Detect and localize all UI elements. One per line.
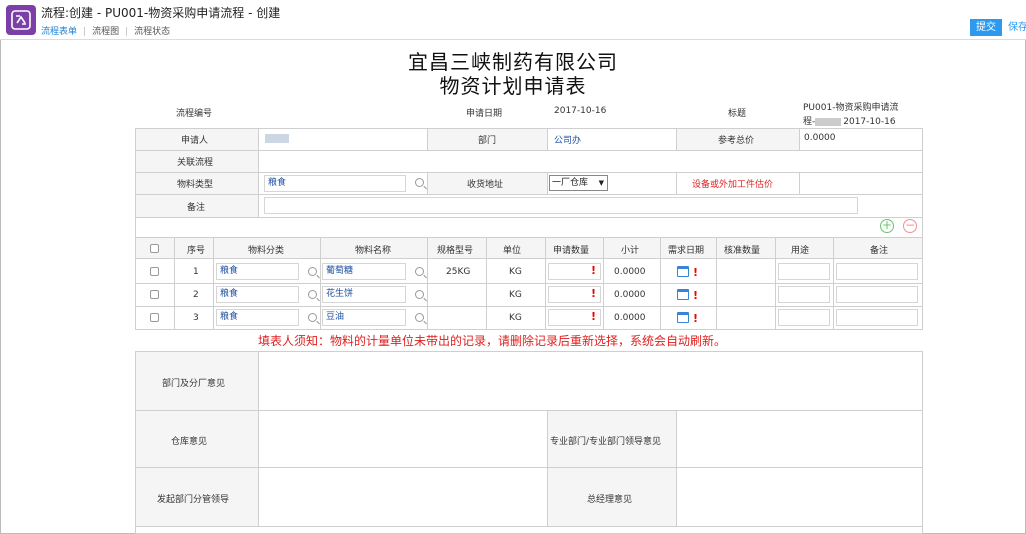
row-name-input[interactable]: 豆油	[322, 309, 406, 326]
search-icon[interactable]	[308, 313, 317, 322]
row-category-input[interactable]: 粮食	[216, 286, 299, 303]
row-name-input[interactable]: 花生饼	[322, 286, 406, 303]
row-remark-input[interactable]	[836, 263, 918, 280]
gm-opinion-label: 总经理意见	[587, 495, 633, 505]
row-unit: KG	[509, 267, 522, 277]
initiator-leader-label: 发起部门分管领导	[157, 495, 230, 505]
search-icon[interactable]	[415, 267, 424, 276]
notice-text: 填表人须知：物料的计量单位未带出的记录，请删除记录后重新选择，系统会自动刷新。	[258, 334, 727, 348]
row-subtotal: 0.0000	[614, 313, 646, 323]
row-checkbox[interactable]	[150, 313, 159, 322]
professional-opinion-label: 专业部门/专业部门领导意见	[550, 437, 662, 447]
professional-opinion-field[interactable]	[676, 410, 923, 468]
row-spec: 25KG	[446, 267, 471, 277]
row-usage-input[interactable]	[778, 263, 830, 280]
row-no: 1	[193, 267, 199, 277]
row-checkbox[interactable]	[150, 267, 159, 276]
row-usage-input[interactable]	[778, 286, 830, 303]
search-icon[interactable]	[415, 313, 424, 322]
row-no: 3	[193, 313, 199, 323]
warehouse-opinion-label: 仓库意见	[171, 437, 208, 447]
calendar-icon[interactable]	[677, 312, 689, 323]
initiator-leader-field[interactable]	[258, 467, 548, 527]
required-mark-icon: !	[693, 266, 699, 279]
required-mark-icon: !	[591, 264, 597, 277]
row-checkbox[interactable]	[150, 290, 159, 299]
row-subtotal: 0.0000	[614, 267, 646, 277]
next-row-cell	[135, 526, 923, 534]
required-mark-icon: !	[591, 310, 597, 323]
row-no: 2	[193, 290, 199, 300]
dept-opinion-field[interactable]	[258, 351, 923, 411]
row-unit: KG	[509, 290, 522, 300]
search-icon[interactable]	[308, 290, 317, 299]
row-category-input[interactable]: 粮食	[216, 263, 299, 280]
warehouse-opinion-field[interactable]	[258, 410, 548, 468]
row-name-input[interactable]: 葡萄糖	[322, 263, 406, 280]
gm-opinion-field[interactable]	[676, 467, 923, 527]
dept-opinion-label: 部门及分厂意见	[162, 379, 226, 389]
calendar-icon[interactable]	[677, 266, 689, 277]
required-mark-icon: !	[693, 289, 699, 302]
row-remark-input[interactable]	[836, 286, 918, 303]
calendar-icon[interactable]	[677, 289, 689, 300]
required-mark-icon: !	[591, 287, 597, 300]
row-remark-input[interactable]	[836, 309, 918, 326]
row-usage-input[interactable]	[778, 309, 830, 326]
row-subtotal: 0.0000	[614, 290, 646, 300]
search-icon[interactable]	[308, 267, 317, 276]
search-icon[interactable]	[415, 290, 424, 299]
row-unit: KG	[509, 313, 522, 323]
required-mark-icon: !	[693, 312, 699, 325]
row-category-input[interactable]: 粮食	[216, 309, 299, 326]
